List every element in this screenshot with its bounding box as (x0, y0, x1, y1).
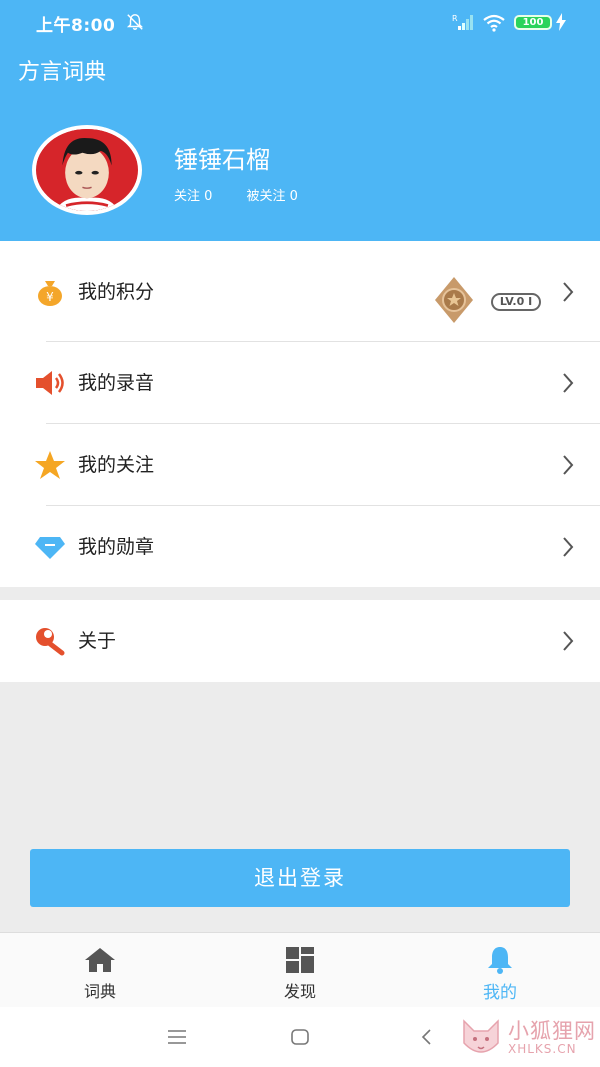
menu-item-recordings[interactable]: 我的录音 (0, 342, 600, 424)
menu-item-label: 我的关注 (78, 454, 155, 476)
menu-item-label: 我的勋章 (78, 536, 155, 558)
diamond-icon (35, 537, 65, 559)
battery-icon: 100 (514, 15, 552, 30)
bell-icon (488, 947, 512, 974)
back-icon[interactable] (416, 1027, 438, 1047)
menu-item-medals[interactable]: 我的勋章 (0, 506, 600, 588)
following-count[interactable]: 关注 0 (174, 189, 212, 204)
tab-mine[interactable]: 我的 (400, 933, 600, 1008)
status-bar: 上午8:00 R 100 (0, 0, 600, 46)
menu-item-label: 我的录音 (78, 372, 155, 394)
about-section: 关于 (0, 600, 600, 682)
star-icon (35, 451, 65, 479)
status-time: 上午8:00 (36, 16, 116, 36)
tab-label: 词典 (83, 982, 116, 1001)
medal-icon (435, 277, 473, 323)
chevron-right-icon (563, 282, 574, 302)
bottom-tab-bar: 词典 发现 我的 (0, 932, 600, 1007)
avatar[interactable] (32, 125, 142, 215)
app-title: 方言词典 (18, 60, 107, 85)
avatar-image (36, 129, 138, 211)
logout-button[interactable]: 退出登录 (30, 849, 570, 907)
tab-label: 发现 (283, 982, 316, 1001)
watermark: 小狐狸网 XHLKS.CN (460, 1015, 600, 1067)
menu-item-label: 关于 (78, 630, 117, 652)
chevron-right-icon (563, 537, 574, 557)
grid-icon (286, 947, 314, 973)
watermark-sub: XHLKS.CN (508, 1042, 577, 1056)
level-badge: LV.0 I (491, 293, 541, 311)
charging-icon (556, 13, 566, 31)
home-button-icon[interactable] (289, 1027, 311, 1047)
menu-item-points[interactable]: ¥ 我的积分 LV.0 I (0, 251, 600, 333)
menu-item-label: 我的积分 (78, 281, 155, 303)
chevron-right-icon (563, 373, 574, 393)
username: 锤锤石榴 (174, 146, 270, 174)
chevron-right-icon (563, 455, 574, 475)
wifi-icon (483, 14, 505, 32)
chevron-right-icon (563, 631, 574, 651)
bell-off-icon (126, 14, 144, 30)
signal-icon: R (452, 14, 473, 30)
menu-icon[interactable] (166, 1027, 188, 1047)
tab-discover[interactable]: 发现 (200, 933, 400, 1008)
wrench-icon (36, 628, 65, 656)
tab-dictionary[interactable]: 词典 (0, 933, 200, 1008)
profile-header: 上午8:00 R 100 方言词典 锤锤石榴 关注 0 被关注 0 (0, 0, 600, 241)
menu-list: ¥ 我的积分 LV.0 I 我的录音 我的关注 我的勋章 (0, 241, 600, 587)
tab-label: 我的 (483, 983, 517, 1003)
follow-stats: 关注 0 被关注 0 (174, 185, 328, 204)
fox-logo-icon (463, 1019, 499, 1053)
watermark-text: 小狐狸网 (508, 1019, 596, 1043)
speaker-icon (36, 371, 64, 395)
followers-count[interactable]: 被关注 0 (247, 189, 298, 204)
menu-item-about[interactable]: 关于 (0, 600, 600, 682)
menu-item-following[interactable]: 我的关注 (0, 424, 600, 506)
svg-text:R: R (452, 14, 458, 23)
money-bag-icon: ¥ (38, 281, 62, 306)
svg-text:¥: ¥ (46, 290, 54, 304)
home-icon (85, 948, 115, 972)
